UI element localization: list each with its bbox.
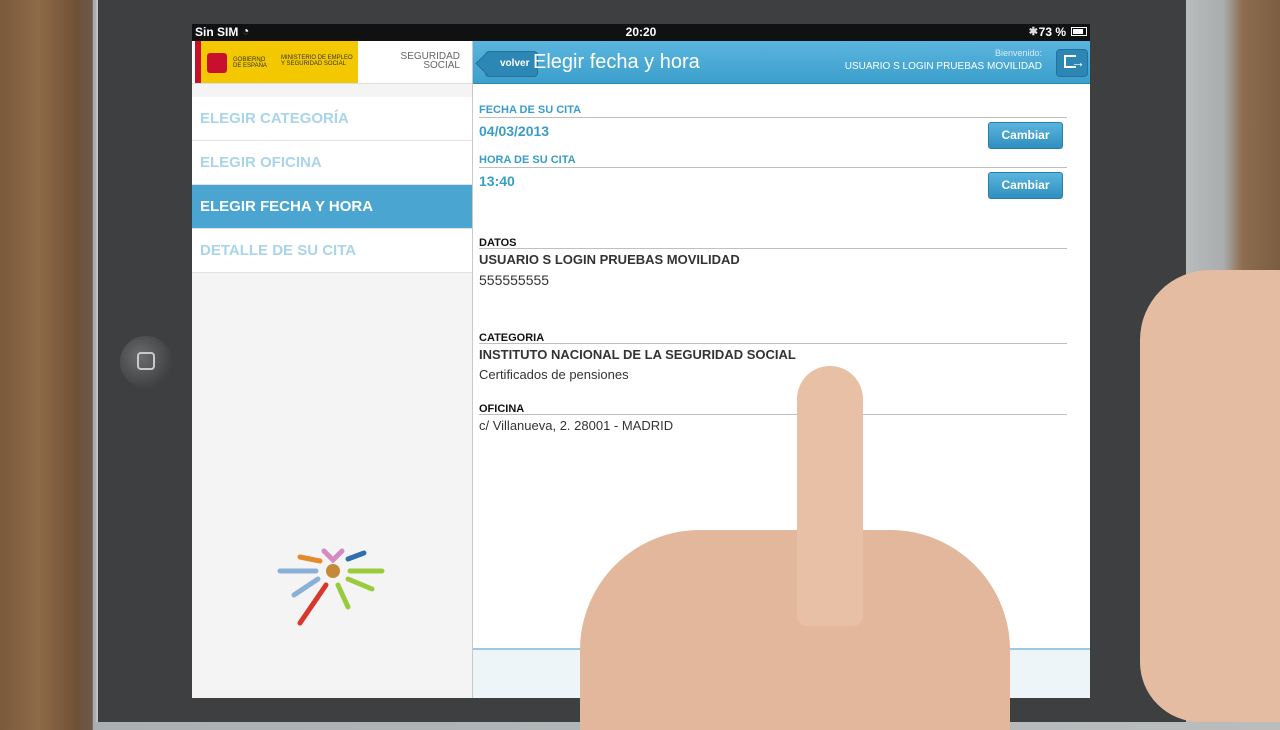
categoria-name: INSTITUTO NACIONAL DE LA SEGURIDAD SOCIA…: [479, 347, 796, 362]
left-panel: GOBIERNO DE ESPAÑA MINISTERIO DE EMPLEO …: [192, 41, 473, 698]
user-name: USUARIO S LOGIN PRUEBAS MOVILIDAD: [844, 61, 1042, 72]
status-bar: Sin SIM ◔ 20:20 ✱ 73 %: [192, 24, 1090, 41]
divider: [479, 248, 1067, 249]
cambiar-fecha-button[interactable]: Cambiar: [988, 122, 1063, 149]
hora-label: HORA DE SU CITA: [479, 154, 576, 166]
fecha-value: 04/03/2013: [479, 123, 550, 139]
bluetooth-icon: ✱: [1028, 26, 1038, 38]
cambiar-hora-button[interactable]: Cambiar: [988, 172, 1063, 199]
ministerio-text: MINISTERIO DE EMPLEO Y SEGURIDAD SOCIAL: [281, 55, 353, 67]
menu-item-fecha-hora[interactable]: ELEGIR FECHA Y HORA: [192, 185, 472, 229]
divider: [479, 343, 1067, 344]
finger: [797, 366, 863, 626]
welcome-label: Bienvenido:: [994, 48, 1042, 58]
gobierno-text: GOBIERNO DE ESPAÑA: [233, 57, 267, 69]
categoria-detail: Certificados de pensiones: [479, 367, 629, 382]
divider: [479, 117, 1067, 118]
home-square-icon: [137, 352, 155, 370]
divider: [479, 167, 1067, 168]
page-title: Elegir fecha y hora: [533, 51, 700, 73]
menu-item-categoria[interactable]: ELEGIR CATEGORÍA: [192, 97, 472, 141]
menu-item-detalle[interactable]: DETALLE DE SU CITA: [192, 229, 472, 273]
step-menu: ELEGIR CATEGORÍA ELEGIR OFICINA ELEGIR F…: [192, 97, 472, 273]
battery-icon: [1071, 27, 1087, 36]
menu-item-oficina[interactable]: ELEGIR OFICINA: [192, 141, 472, 185]
back-button-label: volver: [500, 58, 530, 69]
right-hand: [1140, 270, 1280, 722]
seguridad-social-text: SEGURIDAD SOCIAL: [400, 51, 460, 71]
back-button[interactable]: volver: [485, 51, 539, 77]
fecha-label: FECHA DE SU CITA: [479, 104, 582, 116]
clock: 20:20: [625, 25, 657, 39]
logo-bar: GOBIERNO DE ESPAÑA MINISTERIO DE EMPLEO …: [192, 41, 472, 84]
hora-value: 13:40: [479, 173, 515, 189]
logout-button[interactable]: →: [1056, 49, 1088, 77]
battery-percent: 73 %: [1038, 25, 1066, 39]
divider: [479, 414, 1067, 415]
datos-name: USUARIO S LOGIN PRUEBAS MOVILIDAD: [479, 252, 740, 267]
nav-bar: volver Elegir fecha y hora Bienvenido: U…: [473, 41, 1090, 84]
gobierno-logo: GOBIERNO DE ESPAÑA MINISTERIO DE EMPLEO …: [195, 41, 358, 83]
home-button[interactable]: [120, 336, 172, 388]
coat-of-arms-icon: [207, 53, 227, 73]
datos-phone: 555555555: [479, 272, 550, 288]
seguridad-social-logo-icon: [277, 548, 385, 626]
oficina-address: c/ Villanueva, 2. 28001 - MADRID: [479, 418, 674, 433]
hand: [580, 530, 1010, 730]
arrow-right-icon: →: [1071, 54, 1085, 70]
